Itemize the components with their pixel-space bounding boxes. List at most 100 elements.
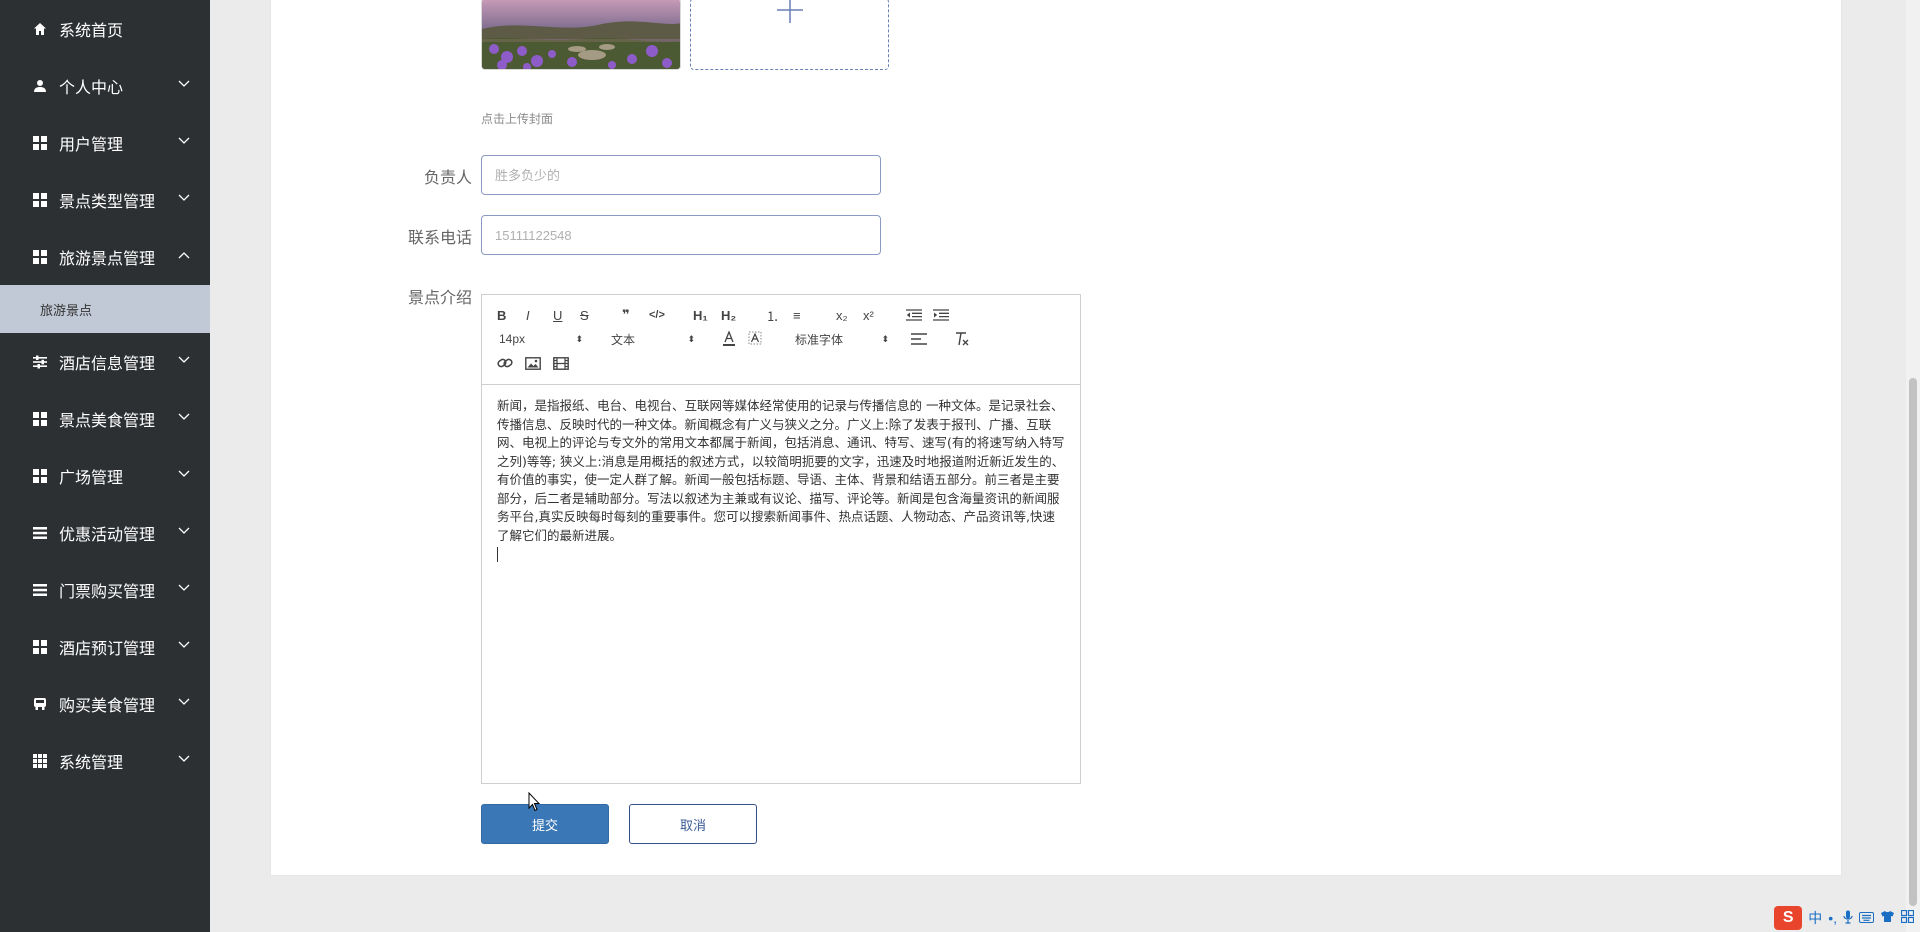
- subscript-button[interactable]: x₂: [836, 306, 848, 324]
- mouse-cursor-icon: [528, 791, 541, 817]
- phone-label: 联系电话: [407, 230, 472, 247]
- keyboard-icon[interactable]: [1859, 910, 1874, 926]
- h1-button[interactable]: H₁: [693, 306, 708, 324]
- sidebar-item-promotions[interactable]: 优惠活动管理: [0, 504, 210, 561]
- sidebar-item-home[interactable]: 系统首页: [0, 0, 210, 57]
- outdent-icon[interactable]: [906, 306, 922, 324]
- plus-icon: [775, 0, 805, 30]
- upload-tip: 点击上传封面: [481, 112, 554, 126]
- manager-label: 负责人: [423, 170, 472, 187]
- intro-label: 景点介绍: [407, 290, 472, 307]
- ime-punct[interactable]: •,: [1828, 910, 1837, 926]
- sidebar-item-label: 系统首页: [59, 22, 124, 40]
- manager-input[interactable]: [481, 155, 881, 195]
- chevron-down-icon: [178, 135, 190, 147]
- home-icon: [33, 22, 47, 36]
- grid-icon: [33, 468, 47, 483]
- strike-button[interactable]: S: [580, 306, 589, 324]
- select-arrow-icon: ⬍: [687, 333, 695, 344]
- background-color-icon[interactable]: [748, 330, 762, 348]
- grid-icon: [33, 411, 47, 426]
- h2-button[interactable]: H₂: [721, 306, 736, 324]
- clear-format-icon[interactable]: [954, 330, 970, 348]
- select-arrow-icon: ⬍: [575, 333, 583, 344]
- grid-icon: [33, 249, 47, 264]
- upload-cover-button[interactable]: [690, 0, 889, 70]
- chevron-down-icon: [178, 78, 190, 90]
- indent-icon[interactable]: [933, 306, 949, 324]
- submit-button[interactable]: 提交: [481, 804, 609, 844]
- editor-content[interactable]: 新闻，是指报纸、电台、电视台、互联网等媒体经常使用的记录与传播信息的 一种文体。…: [482, 385, 1080, 580]
- link-icon[interactable]: [497, 354, 513, 372]
- skin-icon[interactable]: [1880, 910, 1895, 926]
- sidebar-item-label: 购买美食管理: [59, 697, 156, 715]
- sidebar-item-label: 景点类型管理: [59, 193, 156, 211]
- bold-button[interactable]: B: [497, 306, 506, 324]
- sidebar-item-hotels[interactable]: 酒店信息管理: [0, 333, 210, 390]
- chevron-up-icon: [178, 249, 190, 261]
- toolbox-icon[interactable]: [1900, 909, 1915, 926]
- select-arrow-icon: ⬍: [881, 333, 889, 344]
- sidebar-item-hotel-booking[interactable]: 酒店预订管理: [0, 618, 210, 675]
- chevron-down-icon: [178, 696, 190, 708]
- sidebar-item-label: 优惠活动管理: [59, 526, 156, 544]
- superscript-button[interactable]: x²: [863, 306, 874, 324]
- sidebar-item-square[interactable]: 广场管理: [0, 447, 210, 504]
- ime-lang[interactable]: 中: [1808, 908, 1822, 928]
- rich-text-editor: B I U S ❞ </> H₁ H₂ ⒈ ≡ x₂ x² 14px ⬍ 文本 ⬍ …: [481, 294, 1081, 784]
- user-icon: [33, 79, 47, 93]
- sidebar-item-label: 个人中心: [59, 79, 124, 97]
- chevron-down-icon: [178, 525, 190, 537]
- sidebar-item-profile[interactable]: 个人中心: [0, 57, 210, 114]
- grid-icon: [33, 135, 47, 150]
- blockquote-button[interactable]: ❞: [622, 306, 630, 324]
- video-icon[interactable]: [553, 354, 569, 372]
- cancel-button[interactable]: 取消: [629, 804, 757, 844]
- sidebar-item-label: 酒店预订管理: [59, 640, 156, 658]
- grid-icon: [33, 192, 47, 207]
- mic-icon[interactable]: [1843, 910, 1853, 927]
- sidebar-item-system[interactable]: 系统管理: [0, 732, 210, 789]
- editor-text: 新闻，是指报纸、电台、电视台、互联网等媒体经常使用的记录与传播信息的 一种文体。…: [497, 398, 1065, 543]
- page-scrollbar[interactable]: [1906, 0, 1920, 932]
- text-type-select[interactable]: 文本 ⬍: [611, 330, 695, 348]
- sidebar-item-label: 门票购买管理: [59, 583, 156, 601]
- italic-button[interactable]: I: [526, 306, 530, 324]
- font-family-value: 标准字体: [795, 332, 844, 347]
- align-icon[interactable]: [911, 330, 927, 348]
- sidebar-item-label: 广场管理: [59, 469, 124, 487]
- font-color-icon[interactable]: [722, 330, 736, 348]
- sidebar-item-users[interactable]: 用户管理: [0, 114, 210, 171]
- chevron-down-icon: [178, 411, 190, 423]
- list-icon: [33, 526, 47, 540]
- ordered-list-button[interactable]: ⒈: [766, 306, 779, 324]
- sidebar-item-label: 酒店信息管理: [59, 355, 156, 373]
- sidebar-item-scenic-types[interactable]: 景点类型管理: [0, 171, 210, 228]
- chevron-down-icon: [178, 468, 190, 480]
- grid-icon: [33, 639, 47, 654]
- chevron-down-icon: [178, 582, 190, 594]
- font-size-select[interactable]: 14px ⬍: [499, 330, 583, 348]
- sidebar-item-label: 用户管理: [59, 136, 124, 154]
- sogou-logo-icon: S: [1774, 906, 1803, 930]
- chevron-down-icon: [178, 354, 190, 366]
- list-icon: [33, 583, 47, 597]
- sidebar-item-food[interactable]: 景点美食管理: [0, 390, 210, 447]
- chevron-down-icon: [178, 753, 190, 765]
- image-icon[interactable]: [525, 354, 541, 372]
- sidebar-item-tickets[interactable]: 门票购买管理: [0, 561, 210, 618]
- sidebar-item-label: 景点美食管理: [59, 412, 156, 430]
- font-family-select[interactable]: 标准字体 ⬍: [795, 330, 889, 348]
- scrollbar-thumb[interactable]: [1909, 378, 1917, 906]
- sidebar-subitem-scenic[interactable]: 旅游景点: [0, 285, 210, 333]
- code-block-button[interactable]: </>: [649, 306, 665, 324]
- sidebar-item-food-orders[interactable]: 购买美食管理: [0, 675, 210, 732]
- phone-input[interactable]: [481, 215, 881, 255]
- sidebar-item-scenic-spots[interactable]: 旅游景点管理: [0, 228, 210, 285]
- font-size-value: 14px: [499, 332, 526, 346]
- bullet-list-button[interactable]: ≡: [793, 306, 801, 324]
- ime-status-bar[interactable]: S 中 •,: [1774, 904, 1915, 932]
- cover-image[interactable]: [481, 0, 681, 70]
- underline-button[interactable]: U: [553, 306, 562, 324]
- text-type-value: 文本: [611, 332, 636, 347]
